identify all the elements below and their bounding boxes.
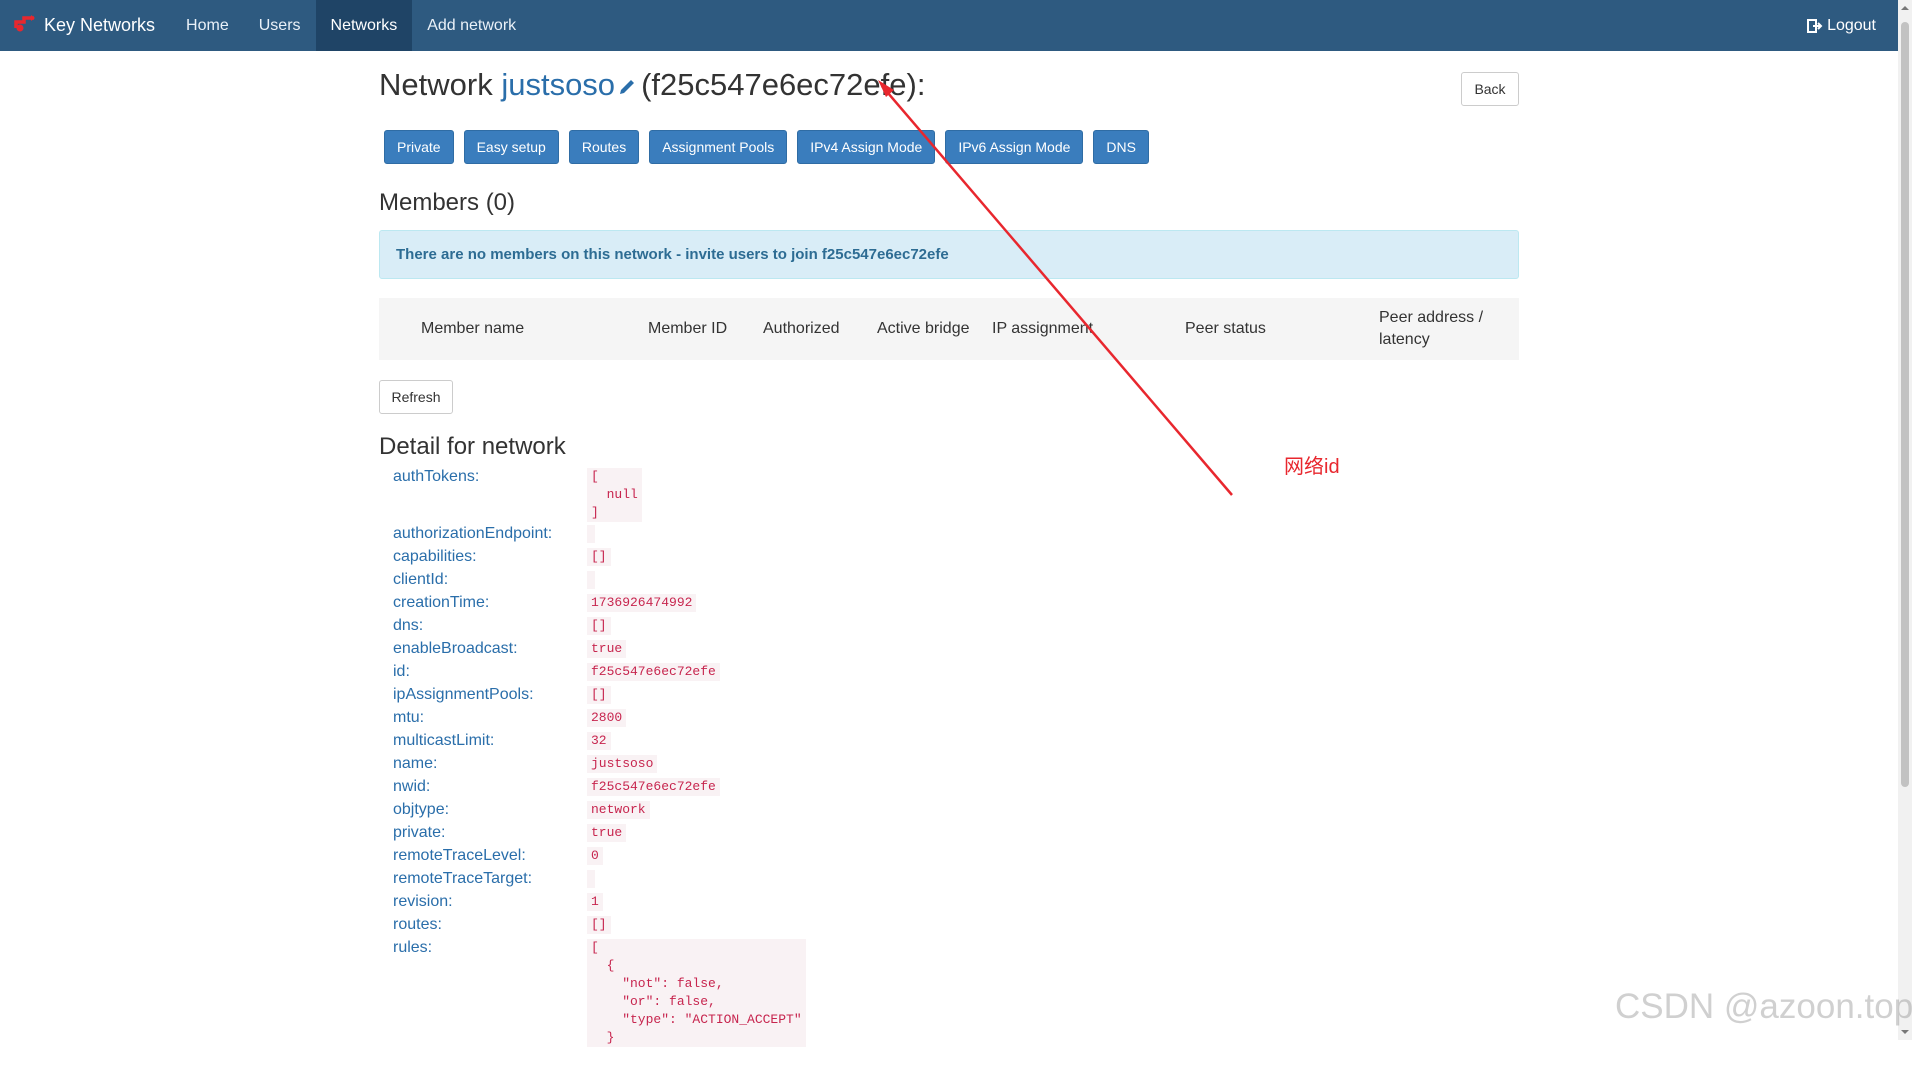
key-logo-icon (14, 14, 38, 37)
logout-icon (1807, 18, 1823, 33)
detail-value: true (587, 824, 627, 842)
routes-button[interactable]: Routes (568, 130, 640, 164)
csdn-watermark: CSDN @azoon.top (1615, 987, 1912, 1026)
assignment-pools-button[interactable]: Assignment Pools (649, 130, 788, 164)
nav-networks[interactable]: Networks (315, 0, 413, 51)
easy-setup-button[interactable]: Easy setup (463, 130, 559, 164)
detail-value (587, 571, 595, 589)
top-navbar: Key Networks Home Users Networks Add net… (0, 0, 1898, 51)
detail-key: authTokens: (393, 468, 480, 485)
col-member-id[interactable]: Member ID (648, 318, 727, 340)
page-title: Network justsoso (f25c547e6ec72efe): (379, 67, 925, 105)
detail-key: objtype: (393, 801, 450, 818)
detail-value: 1 (587, 893, 603, 911)
logout-button[interactable]: Logout (1795, 0, 1898, 51)
col-peer-address-line1: Peer address / (1379, 309, 1484, 326)
page-scrollbar[interactable] (1898, 0, 1912, 1040)
col-peer-status[interactable]: Peer status (1185, 318, 1266, 340)
detail-value (587, 870, 595, 888)
detail-key: remoteTraceTarget: (393, 870, 533, 887)
scroll-thumb[interactable] (1901, 22, 1909, 787)
back-button[interactable]: Back (1461, 72, 1519, 106)
nav-add-network[interactable]: Add network (412, 0, 531, 51)
action-button-row: Private Easy setup Routes Assignment Poo… (384, 130, 1519, 164)
annotation-label: 网络id (1284, 456, 1340, 478)
detail-key: dns: (393, 617, 424, 634)
members-heading: Members (0) (379, 189, 516, 216)
nav-users[interactable]: Users (244, 0, 316, 51)
col-member-name[interactable]: Member name (421, 318, 524, 340)
ipv4-assign-mode-button[interactable]: IPv4 Assign Mode (797, 130, 936, 164)
detail-key: revision: (393, 893, 453, 910)
detail-key: private: (393, 824, 446, 841)
detail-key: ipAssignmentPools: (393, 686, 534, 703)
logout-label: Logout (1827, 16, 1876, 34)
col-active-bridge[interactable]: Active bridge (877, 318, 970, 340)
detail-key: remoteTraceLevel: (393, 847, 526, 864)
title-prefix: Network (379, 67, 493, 102)
network-id-title: (f25c547e6ec72efe): (641, 67, 926, 102)
title-row: Network justsoso (f25c547e6ec72efe): Back (379, 51, 1519, 121)
detail-key: name: (393, 755, 438, 772)
detail-key: creationTime: (393, 594, 490, 611)
col-peer-address-line2: latency (1379, 331, 1430, 348)
pencil-edit-icon[interactable] (617, 69, 637, 105)
detail-value (587, 525, 595, 543)
detail-key: enableBroadcast: (393, 640, 518, 657)
detail-heading: Detail for network (379, 433, 566, 460)
detail-value: true (587, 640, 627, 658)
detail-key: mtu: (393, 709, 425, 726)
scroll-down-icon[interactable] (1901, 1028, 1909, 1036)
refresh-button[interactable]: Refresh (379, 380, 453, 414)
scroll-up-icon[interactable] (1901, 4, 1909, 12)
members-table-header: Member name Member ID Authorized Active … (379, 298, 1519, 360)
detail-value: network (587, 801, 650, 819)
main-container: Network justsoso (f25c547e6ec72efe): Back… (379, 51, 1519, 1067)
col-authorized[interactable]: Authorized (763, 318, 840, 340)
detail-value: [] (587, 916, 611, 934)
ipv6-assign-mode-button[interactable]: IPv6 Assign Mode (945, 130, 1084, 164)
network-name-link[interactable]: justsoso (501, 67, 615, 102)
detail-key: routes: (393, 916, 442, 933)
detail-key: nwid: (393, 778, 431, 795)
brand-link[interactable]: Key Networks (0, 0, 171, 51)
detail-value: [] (587, 548, 611, 566)
detail-value: f25c547e6ec72efe (587, 778, 720, 796)
detail-value: [ null ] (587, 468, 642, 522)
detail-key: rules: (393, 939, 433, 956)
dns-button[interactable]: DNS (1093, 130, 1149, 164)
detail-key: capabilities: (393, 548, 477, 565)
detail-value: [ { "not": false, "or": false, "type": "… (587, 939, 806, 1047)
nav-home[interactable]: Home (171, 0, 244, 51)
detail-key: authorizationEndpoint: (393, 525, 553, 542)
col-peer-address[interactable]: Peer address / latency (1379, 307, 1483, 351)
detail-key: multicastLimit: (393, 732, 495, 749)
no-members-alert: There are no members on this network - i… (379, 230, 1519, 279)
detail-value: 0 (587, 847, 603, 865)
detail-list: authTokens: [ null ] authorizationEndpoi… (379, 467, 1519, 1067)
detail-key: clientId: (393, 571, 449, 588)
detail-value: [] (587, 686, 611, 704)
detail-value: justsoso (587, 755, 658, 773)
col-ip-assignment[interactable]: IP assignment (992, 318, 1093, 340)
detail-value: 32 (587, 732, 611, 750)
detail-value: [] (587, 617, 611, 635)
detail-value: 2800 (587, 709, 627, 727)
brand-label: Key Networks (44, 15, 156, 35)
private-button[interactable]: Private (384, 130, 454, 164)
detail-value: 1736926474992 (587, 594, 697, 612)
detail-key: id: (393, 663, 410, 680)
detail-value: f25c547e6ec72efe (587, 663, 720, 681)
